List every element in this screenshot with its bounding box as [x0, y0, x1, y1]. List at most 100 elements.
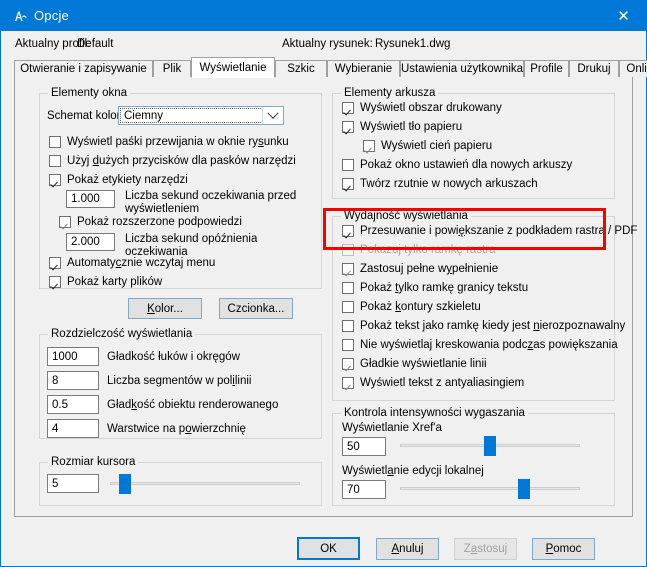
checkbox-scrollbars[interactable]: Wyświetl paśki przewijania w oknie rysun…	[49, 136, 289, 148]
checkbox-text-as-frame[interactable]: Pokaż tekst jako ramkę kiedy jest nieroz…	[342, 320, 625, 332]
checkbox-tooltips[interactable]: Pokaż etykiety narzędzi	[49, 174, 188, 186]
render-smoothness-input[interactable]: 0.5	[47, 395, 99, 414]
tab-online[interactable]: Online	[619, 60, 647, 77]
checkbox-box[interactable]	[49, 155, 61, 167]
color-scheme-combo[interactable]: Ciemny	[118, 106, 284, 125]
checkbox-label: Gładkie wyświetlanie linii	[360, 358, 487, 370]
color-button[interactable]: Kolor...	[128, 298, 202, 319]
slider-thumb[interactable]	[518, 479, 530, 499]
title-bar: Opcje ✕	[1, 1, 646, 31]
crosshair-size-slider[interactable]	[110, 474, 300, 494]
checkbox-box[interactable]	[342, 339, 354, 351]
checkbox-label: Użyj dużych przycisków dla pasków narzęd…	[67, 155, 296, 167]
checkbox-create-viewport[interactable]: Twórz rzutnie w nowych arkuszach	[342, 178, 538, 190]
checkbox-box[interactable]	[59, 216, 71, 228]
checkbox-printable-area[interactable]: Wyświetl obszar drukowany	[342, 102, 502, 114]
tab-otwieranie-i-zapisywanie[interactable]: Otwieranie i zapisywanie	[14, 60, 153, 77]
checkbox-box[interactable]	[342, 159, 354, 171]
checkbox-no-hatch-while-zoom[interactable]: Nie wyświetlaj kreskowania podczas powię…	[342, 339, 618, 351]
extended-delay-input[interactable]: 2.000	[66, 233, 115, 251]
checkbox-extended-tooltips[interactable]: Pokaż rozszerzone podpowiedzi	[59, 216, 242, 228]
checkbox-paper-shadow[interactable]: Wyświetl cień papieru	[363, 140, 492, 152]
group-display-performance-label: Wydajność wyświetlania	[341, 210, 471, 222]
cancel-button[interactable]: Anuluj	[376, 538, 439, 560]
group-fade-control-label: Kontrola intensywności wygaszania	[341, 407, 528, 419]
checkbox-box[interactable]	[49, 136, 61, 148]
tab-wybieranie[interactable]: Wybieranie	[327, 60, 400, 77]
checkbox-label: Pokaż karty plików	[67, 276, 163, 288]
checkbox-label: Pokaż kontury szkieletu	[360, 301, 481, 313]
slider-thumb[interactable]	[119, 474, 131, 494]
tab-label: Profile	[530, 63, 563, 75]
checkbox-box[interactable]	[342, 320, 354, 332]
chevron-down-icon[interactable]	[262, 107, 283, 124]
checkbox-box[interactable]	[342, 282, 354, 294]
checkbox-box[interactable]	[49, 276, 61, 288]
slider-thumb[interactable]	[484, 436, 496, 456]
checkbox-file-tabs[interactable]: Pokaż karty plików	[49, 276, 162, 288]
group-display-resolution-label: Rozdzielczość wyświetlania	[48, 328, 196, 340]
arc-smoothness-label: Gładkość łuków i okręgów	[107, 351, 240, 363]
checkbox-box[interactable]	[342, 225, 354, 237]
checkbox-label: Wyświetl obszar drukowany	[360, 102, 502, 114]
checkbox-text-boundary-frame[interactable]: Pokaż tylko ramkę granicy tekstu	[342, 282, 528, 294]
checkbox-box	[342, 244, 354, 256]
xref-fade-input[interactable]: 50	[342, 437, 386, 456]
tab-drukuj[interactable]: Drukuj	[569, 60, 619, 77]
slider-track	[110, 482, 300, 485]
checkbox-solid-fill[interactable]: Zastosuj pełne wypełnienie	[342, 263, 498, 275]
checkbox-box[interactable]	[342, 301, 354, 313]
checkbox-antialias-text[interactable]: Wyświetl tekst z antyaliasingiem	[342, 377, 524, 389]
xref-fade-slider[interactable]	[400, 436, 580, 456]
checkbox-label: Wyświetl paśki przewijania w oknie rysun…	[67, 136, 289, 148]
ok-button[interactable]: OK	[297, 537, 360, 560]
arc-smoothness-input[interactable]: 1000	[47, 347, 99, 366]
checkbox-label: Wyświetl tło papieru	[360, 121, 463, 133]
xref-fade-label: Wyświetlanie Xref'a	[342, 422, 442, 434]
inplace-fade-slider[interactable]	[400, 479, 580, 499]
checkbox-box[interactable]	[342, 377, 354, 389]
tab-label: Plik	[162, 63, 182, 75]
checkbox-autoload-menu[interactable]: Automatycznie wczytaj menu	[49, 257, 215, 269]
close-icon[interactable]: ✕	[601, 1, 646, 31]
checkbox-box[interactable]	[342, 102, 354, 114]
checkbox-box[interactable]	[342, 121, 354, 133]
tab-ustawienia-u-ytkownika[interactable]: Ustawienia użytkownika	[400, 60, 524, 77]
checkbox-wireframe-contours[interactable]: Pokaż kontury szkieletu	[342, 301, 481, 313]
inplace-fade-label: Wyświetlanie edycji lokalnej	[342, 465, 484, 477]
tab-label: Szkic	[287, 63, 315, 75]
polyline-segments-input[interactable]: 8	[47, 371, 99, 390]
checkbox-paper-background[interactable]: Wyświetl tło papieru	[342, 121, 462, 133]
font-button[interactable]: Czcionka...	[219, 298, 293, 319]
checkbox-label: Wyświetl tekst z antyaliasingiem	[360, 377, 525, 389]
checkbox-label: Pokaż rozszerzone podpowiedzi	[77, 216, 242, 228]
checkbox-box[interactable]	[363, 140, 375, 152]
checkbox-label: Wyświetl cień papieru	[381, 140, 493, 152]
help-button[interactable]: Pomoc	[532, 538, 595, 560]
options-body-panel: Elementy okna Schemat koloru Ciemny Wyśw…	[14, 77, 637, 517]
polyline-segments-label: Liczba segmentów w polilinii	[107, 375, 252, 387]
render-smoothness-label: Gładkość obiektu renderowanego	[107, 399, 279, 411]
tab-label: Otwieranie i zapisywanie	[20, 63, 147, 75]
tab-plik[interactable]: Plik	[153, 60, 191, 77]
checkbox-box[interactable]	[342, 178, 354, 190]
checkbox-label: Automatycznie wczytaj menu	[67, 257, 216, 269]
crosshair-size-input[interactable]: 5	[47, 474, 99, 493]
inplace-fade-input[interactable]: 70	[342, 480, 386, 499]
checkbox-large-buttons[interactable]: Użyj dużych przycisków dla pasków narzęd…	[49, 155, 296, 167]
tooltip-delay-input[interactable]: 1.000	[66, 190, 115, 208]
checkbox-box[interactable]	[342, 263, 354, 275]
surface-contours-input[interactable]: 4	[47, 419, 99, 438]
checkbox-box[interactable]	[49, 174, 61, 186]
tab-wy-wietlanie[interactable]: Wyświetlanie	[191, 57, 275, 78]
checkbox-smooth-line-display[interactable]: Gładkie wyświetlanie linii	[342, 358, 487, 370]
tab-profile[interactable]: Profile	[524, 60, 569, 77]
tab-szkic[interactable]: Szkic	[275, 60, 327, 77]
checkbox-box[interactable]	[342, 358, 354, 370]
checkbox-box[interactable]	[49, 257, 61, 269]
group-layout-elements-label: Elementy arkusza	[341, 87, 439, 99]
autocad-options-icon	[15, 11, 27, 21]
checkbox-new-layout-dialog[interactable]: Pokaż okno ustawień dla nowych arkuszy	[342, 159, 572, 171]
checkbox-pan-zoom-raster[interactable]: Przesuwanie i powiększanie z podkładem r…	[342, 225, 637, 237]
tab-label: Wyświetlanie	[199, 61, 267, 74]
